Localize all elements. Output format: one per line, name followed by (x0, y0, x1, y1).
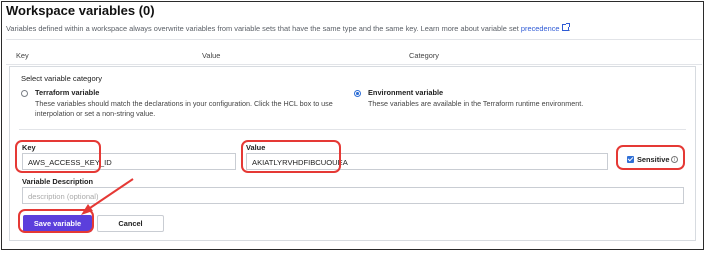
annotation-arrow (81, 178, 134, 215)
